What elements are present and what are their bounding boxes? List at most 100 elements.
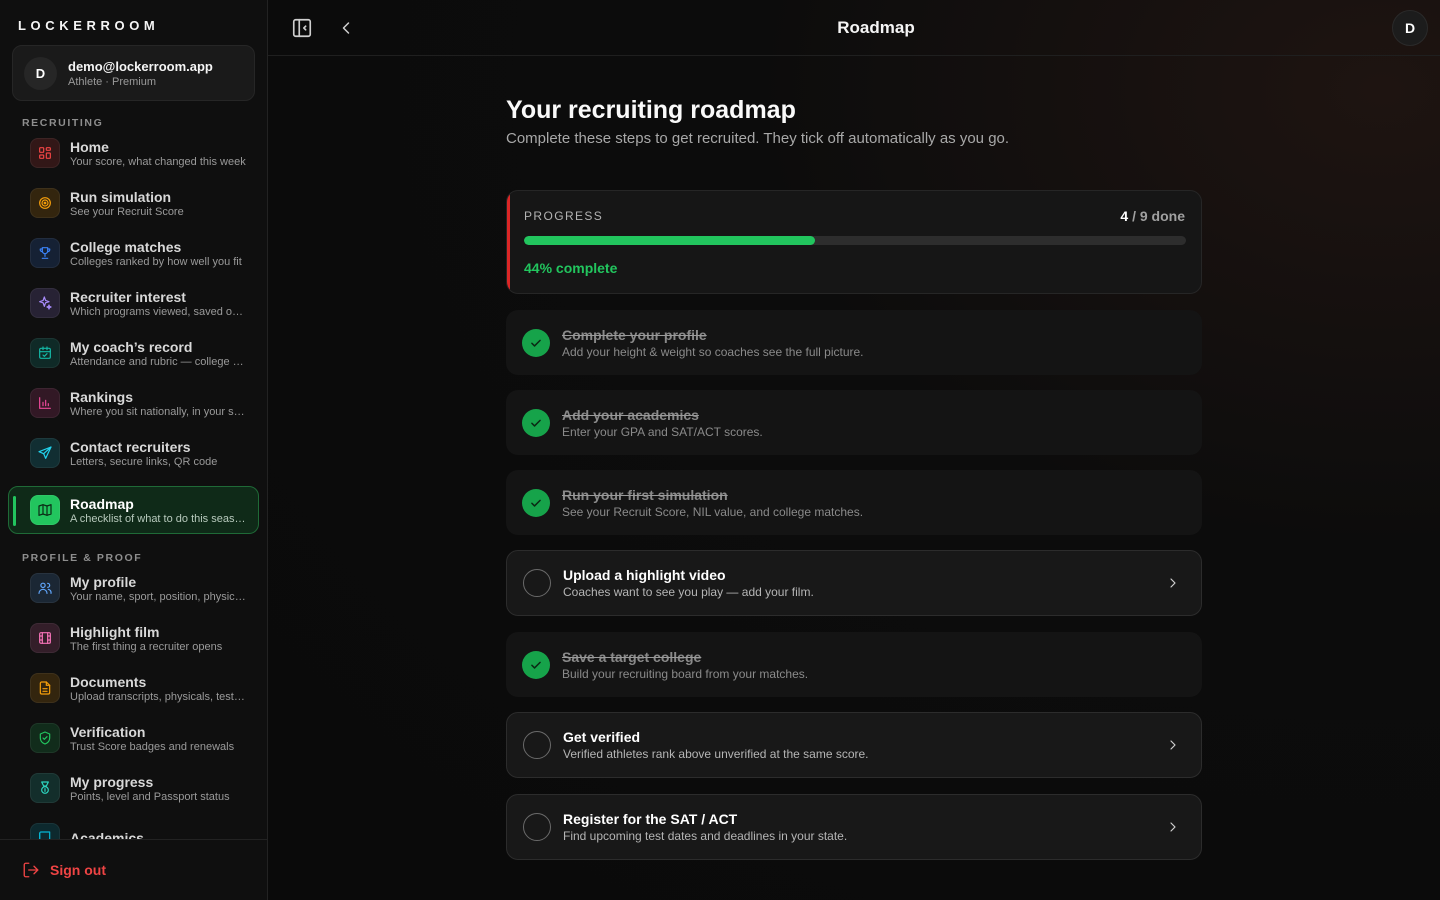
sidebar-item-text: Rankings Where you sit nationally, in you… bbox=[70, 389, 246, 418]
roadmap-heading: Your recruiting roadmap bbox=[506, 96, 796, 124]
calendar-check-icon bbox=[30, 338, 60, 368]
sign-out-button[interactable]: Sign out bbox=[22, 861, 106, 879]
sidebar-item-my-progress[interactable]: My progress Points, level and Passport st… bbox=[9, 764, 259, 812]
sidebar-item-subtitle: Which programs viewed, saved or messaged bbox=[70, 305, 246, 318]
sidebar-item-subtitle: Your name, sport, position, physicals bbox=[70, 590, 246, 603]
sidebar-item-title: Recruiter interest bbox=[70, 288, 186, 305]
empty-circle-icon bbox=[523, 569, 551, 597]
sidebar-item-roadmap[interactable]: Roadmap A checklist of what to do this se… bbox=[8, 486, 259, 534]
progress-percent: 44% complete bbox=[524, 260, 618, 276]
sidebar-item-title: Verification bbox=[70, 723, 146, 740]
roadmap-step: Complete your profile Add your height & w… bbox=[506, 310, 1202, 375]
users-icon bbox=[30, 573, 60, 603]
roadmap-step-title: Get verified bbox=[563, 729, 641, 745]
sidebar-item-text: College matches Colleges ranked by how we… bbox=[70, 239, 246, 268]
sidebar-item-subtitle: Colleges ranked by how well you fit bbox=[70, 255, 242, 268]
roadmap-step-desc: See your Recruit Score, NIL value, and c… bbox=[562, 504, 864, 519]
sidebar-item-title: My progress bbox=[70, 773, 154, 790]
sidebar-item-subtitle: Letters, secure links, QR code bbox=[70, 455, 218, 468]
roadmap-step-desc: Coaches want to see you play — add your … bbox=[563, 585, 814, 599]
sidebar-item-title: College matches bbox=[70, 238, 182, 255]
roadmap-step-text: Register for the SAT / ACT Find upcoming … bbox=[563, 811, 847, 843]
roadmap-subheading: Complete these steps to get recruited. T… bbox=[506, 130, 1010, 147]
roadmap-step-title: Save a target college bbox=[562, 648, 702, 665]
sidebar-item-title: Run simulation bbox=[70, 188, 172, 205]
sidebar-item-run-simulation[interactable]: Run simulation See your Recruit Score bbox=[9, 179, 259, 227]
roadmap-step: Run your first simulation See your Recrui… bbox=[506, 470, 1202, 535]
sidebar-item-title: Highlight film bbox=[70, 623, 160, 640]
empty-circle-icon bbox=[523, 731, 551, 759]
sign-out-icon bbox=[23, 862, 39, 878]
roadmap-step-text: Save a target college Build your recruiti… bbox=[562, 649, 808, 681]
sidebar-item-title: Roadmap bbox=[70, 495, 134, 512]
sign-out-label: Sign out bbox=[50, 862, 106, 878]
progress-card: PROGRESS 4 / 9 done 44% complete bbox=[506, 190, 1202, 294]
roadmap-step-title: Register for the SAT / ACT bbox=[563, 811, 738, 827]
sidebar-item-title: Home bbox=[70, 138, 109, 155]
brand-logo: LOCKERROOM bbox=[18, 18, 160, 33]
check-icon bbox=[522, 408, 550, 437]
sidebar-item-documents[interactable]: Documents Upload transcripts, physicals, … bbox=[9, 664, 259, 712]
bar-chart-icon bbox=[30, 388, 60, 418]
sidebar-item-academics[interactable]: Academics bbox=[9, 814, 259, 839]
sidebar-item-home[interactable]: Home Your score, what changed this week bbox=[9, 129, 259, 177]
roadmap-step: Save a target college Build your recruiti… bbox=[506, 632, 1202, 697]
map-icon bbox=[30, 495, 60, 525]
progress-total: / 9 done bbox=[1128, 208, 1185, 224]
roadmap-step: Add your academics Enter your GPA and SAT… bbox=[506, 390, 1202, 455]
sidebar-item-text: Contact recruiters Letters, secure links,… bbox=[70, 439, 246, 468]
sidebar-item-title: Rankings bbox=[70, 388, 134, 405]
roadmap-step-text: Upload a highlight video Coaches want to … bbox=[563, 567, 814, 599]
account-card[interactable]: D demo@lockerroom.app Athlete · Premium bbox=[12, 45, 255, 101]
sidebar-item-subtitle: A checklist of what to do this season bbox=[70, 512, 246, 525]
check-icon bbox=[522, 650, 550, 679]
sidebar-item-subtitle: Trust Score badges and renewals bbox=[70, 740, 235, 753]
sidebar-item-title: My coach’s record bbox=[70, 338, 193, 355]
roadmap-step[interactable]: Upload a highlight video Coaches want to … bbox=[506, 550, 1202, 616]
sidebar-scroll[interactable]: LOCKERROOM D demo@lockerroom.app Athlete… bbox=[0, 0, 268, 839]
roadmap-step-title: Upload a highlight video bbox=[563, 567, 726, 583]
sidebar-item-text: Academics bbox=[70, 830, 246, 840]
sidebar-item-title: Documents bbox=[70, 673, 147, 690]
sidebar-item-my-coach-s-record[interactable]: My coach’s record Attendance and rubric —… bbox=[9, 329, 259, 377]
account-info: demo@lockerroom.app Athlete · Premium bbox=[68, 59, 213, 88]
roadmap-step[interactable]: Get verified Verified athletes rank above… bbox=[506, 712, 1202, 778]
user-avatar-button[interactable]: D bbox=[1392, 10, 1428, 46]
progress-count: 4 / 9 done bbox=[1120, 208, 1185, 224]
sidebar-item-rankings[interactable]: Rankings Where you sit nationally, in you… bbox=[9, 379, 259, 427]
sidebar-item-title: Academics bbox=[70, 829, 144, 840]
sidebar-item-recruiter-interest[interactable]: Recruiter interest Which programs viewed,… bbox=[9, 279, 259, 327]
roadmap-step-title: Complete your profile bbox=[562, 326, 707, 343]
roadmap-step-text: Run your first simulation See your Recrui… bbox=[562, 487, 863, 519]
grid-icon bbox=[30, 138, 60, 168]
sidebar-item-text: Run simulation See your Recruit Score bbox=[70, 189, 246, 218]
sparkle-icon bbox=[30, 288, 60, 318]
chevron-right-icon bbox=[1165, 737, 1181, 753]
book-icon bbox=[30, 823, 60, 839]
roadmap-step-text: Complete your profile Add your height & w… bbox=[562, 327, 864, 359]
roadmap-step-desc: Enter your GPA and SAT/ACT scores. bbox=[562, 424, 763, 439]
sidebar-item-contact-recruiters[interactable]: Contact recruiters Letters, secure links,… bbox=[9, 429, 259, 477]
sidebar-item-college-matches[interactable]: College matches Colleges ranked by how we… bbox=[9, 229, 259, 277]
page-title: Roadmap bbox=[837, 18, 915, 37]
sidebar-item-text: My coach’s record Attendance and rubric —… bbox=[70, 339, 246, 368]
sidebar-item-subtitle: Where you sit nationally, in your state bbox=[70, 405, 246, 418]
sidebar-item-highlight-film[interactable]: Highlight film The first thing a recruite… bbox=[9, 614, 259, 662]
sidebar-item-text: My profile Your name, sport, position, ph… bbox=[70, 574, 246, 603]
roadmap-step-text: Add your academics Enter your GPA and SAT… bbox=[562, 407, 763, 439]
medal-icon bbox=[30, 773, 60, 803]
sidebar-item-subtitle: Your score, what changed this week bbox=[70, 155, 246, 168]
roadmap-step-title: Run your first simulation bbox=[562, 486, 728, 503]
progress-bar-fill bbox=[524, 236, 816, 245]
sidebar-item-title: Contact recruiters bbox=[70, 438, 191, 455]
sidebar-item-text: Recruiter interest Which programs viewed,… bbox=[70, 289, 246, 318]
sidebar-item-verification[interactable]: Verification Trust Score badges and renew… bbox=[9, 714, 259, 762]
roadmap-step-text: Get verified Verified athletes rank above… bbox=[563, 729, 869, 761]
send-icon bbox=[30, 438, 60, 468]
roadmap-step[interactable]: Register for the SAT / ACT Find upcoming … bbox=[506, 794, 1202, 860]
sidebar-item-text: Highlight film The first thing a recruite… bbox=[70, 624, 246, 653]
account-email: demo@lockerroom.app bbox=[68, 58, 213, 74]
sidebar-item-my-profile[interactable]: My profile Your name, sport, position, ph… bbox=[9, 564, 259, 612]
trophy-icon bbox=[30, 238, 60, 268]
check-icon bbox=[522, 488, 550, 517]
